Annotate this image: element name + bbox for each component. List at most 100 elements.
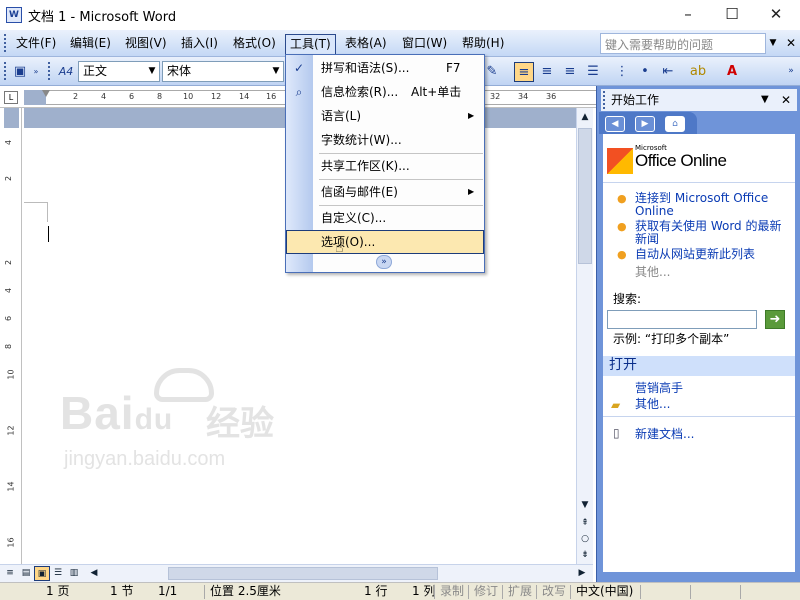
- toolbar-grip[interactable]: [4, 34, 7, 52]
- decrease-indent-icon[interactable]: ⇤: [658, 62, 678, 82]
- ruler-tick: 6: [4, 315, 14, 322]
- menu-item-word-count[interactable]: 字数统计(W)...: [286, 128, 484, 152]
- toolbar-options-icon[interactable]: »: [30, 62, 42, 82]
- print-view-icon[interactable]: ▣: [34, 566, 50, 581]
- menubar-close-icon[interactable]: ✕: [784, 33, 798, 54]
- menu-window[interactable]: 窗口(W): [398, 34, 451, 54]
- new-document-link[interactable]: 新建文档...: [635, 428, 694, 441]
- menu-item-options[interactable]: 选项(O)... ☝: [286, 230, 484, 256]
- status-record[interactable]: 录制: [436, 584, 468, 600]
- scroll-up-icon[interactable]: ▲: [578, 110, 592, 124]
- menu-item-customize[interactable]: 自定义(C)...: [286, 206, 484, 230]
- search-input[interactable]: [607, 310, 757, 329]
- tools-menu: ✓ 拼写和语法(S)... F7 ⌕ 信息检索(R)... Alt+单击 语言(…: [285, 54, 485, 273]
- status-bar: 1 页 1 节 1/1 位置 2.5厘米 1 行 1 列 录制 修订 扩展 改写…: [0, 582, 800, 600]
- menu-item-shared-workspace[interactable]: 共享工作区(K)...: [286, 154, 484, 178]
- status-language[interactable]: 中文(中国): [572, 584, 637, 600]
- styles-pane-icon[interactable]: A4: [56, 62, 76, 82]
- scroll-right-icon[interactable]: ▶: [574, 566, 590, 581]
- status-extend[interactable]: 扩展: [504, 584, 536, 600]
- link-auto-update[interactable]: 自动从网站更新此列表: [635, 248, 793, 261]
- align-center-icon[interactable]: ≡: [537, 62, 557, 82]
- horizontal-scrollbar[interactable]: ≡ ▤ ▣ ☰ ▥ ◀ ▶: [0, 564, 593, 582]
- highlight-icon[interactable]: ab: [688, 62, 708, 82]
- forward-icon[interactable]: ▶: [635, 116, 655, 132]
- menu-insert[interactable]: 插入(I): [177, 34, 222, 54]
- search-go-icon[interactable]: ➜: [765, 310, 785, 329]
- menu-item-language[interactable]: 语言(L) ▶: [286, 104, 484, 128]
- numbering-icon[interactable]: ⋮: [612, 62, 632, 82]
- task-pane: 开始工作 ▼ ✕ ◀ ▶ ⌂ Microsoft Office Online ●…: [596, 86, 800, 582]
- next-page-icon[interactable]: ⇟: [578, 548, 592, 562]
- bullets-icon[interactable]: •: [635, 62, 655, 82]
- minimize-button[interactable]: –: [666, 0, 710, 30]
- font-color-icon[interactable]: A: [722, 62, 742, 82]
- scroll-left-icon[interactable]: ◀: [86, 566, 102, 581]
- task-pane-close-icon[interactable]: ✕: [781, 89, 791, 111]
- indent-marker-icon[interactable]: [42, 90, 50, 105]
- open-more-link[interactable]: 其他...: [635, 398, 670, 411]
- web-view-icon[interactable]: ▤: [18, 566, 34, 581]
- ruler-tick: 8: [157, 92, 163, 101]
- link-latest-news[interactable]: 获取有关使用 Word 的最新新闻: [635, 220, 793, 246]
- pane-grip[interactable]: [603, 91, 606, 109]
- window-title: 文档 1 - Microsoft Word: [28, 10, 177, 25]
- status-track-changes[interactable]: 修订: [470, 584, 502, 600]
- toolbar-options-icon[interactable]: »: [784, 62, 798, 82]
- scroll-thumb[interactable]: [168, 567, 438, 580]
- bullet-icon: ●: [617, 248, 627, 261]
- bullet-icon: ●: [617, 192, 627, 205]
- justify-icon[interactable]: ☰: [583, 62, 603, 82]
- ruler-tick: 32: [490, 92, 501, 101]
- link-more[interactable]: 其他...: [635, 266, 670, 279]
- menu-table[interactable]: 表格(A): [341, 34, 391, 54]
- menu-format[interactable]: 格式(O): [229, 34, 280, 54]
- menu-help[interactable]: 帮助(H): [458, 34, 508, 54]
- expand-menu-icon[interactable]: »: [376, 255, 392, 269]
- link-connect-office-online[interactable]: 连接到 Microsoft Office Online: [635, 192, 793, 218]
- menu-item-research[interactable]: ⌕ 信息检索(R)... Alt+单击: [286, 80, 484, 104]
- task-pane-menu-icon[interactable]: ▼: [761, 89, 769, 111]
- toolbar-grip[interactable]: [48, 62, 51, 80]
- menu-item-letters-mailings[interactable]: 信函与邮件(E) ▶: [286, 180, 484, 204]
- submenu-arrow-icon: ▶: [468, 111, 475, 120]
- normal-view-icon[interactable]: ≡: [2, 566, 18, 581]
- scroll-down-icon[interactable]: ▼: [578, 498, 592, 512]
- chevron-down-icon: ▼: [272, 66, 280, 76]
- menu-file[interactable]: 文件(F): [12, 34, 60, 54]
- menu-item-spelling[interactable]: ✓ 拼写和语法(S)... F7: [286, 56, 484, 80]
- open-section-title: 打开: [603, 356, 795, 376]
- reading-view-icon[interactable]: ▥: [66, 566, 82, 581]
- ruler-tick: 10: [183, 92, 194, 101]
- font-dropdown[interactable]: 宋体 ▼: [162, 61, 284, 82]
- ruler-tick: 2: [4, 259, 14, 266]
- previous-page-icon[interactable]: ⇞: [578, 516, 592, 530]
- menu-view[interactable]: 视图(V): [121, 34, 171, 54]
- save-icon[interactable]: ▣: [10, 62, 30, 82]
- tab-selector-icon[interactable]: L: [4, 91, 18, 104]
- outline-view-icon[interactable]: ☰: [50, 566, 66, 581]
- vertical-scrollbar[interactable]: ▲ ▼ ⇞ ○ ⇟: [576, 108, 593, 564]
- search-example: 示例: “打印多个副本”: [613, 332, 730, 346]
- ruler-tick: 4: [4, 139, 14, 146]
- help-search-input[interactable]: 键入需要帮助的问题: [600, 33, 766, 54]
- maximize-button[interactable]: ☐: [710, 0, 754, 30]
- status-page-of: 1/1: [158, 584, 178, 598]
- vertical-ruler[interactable]: 4 2 2 4 6 8 10 12 14 16: [0, 108, 22, 564]
- close-button[interactable]: ✕: [754, 0, 798, 30]
- toolbar-grip[interactable]: [4, 62, 7, 80]
- help-dropdown-icon[interactable]: ▼: [766, 33, 780, 54]
- align-right-icon[interactable]: ≡: [560, 62, 580, 82]
- status-overtype[interactable]: 改写: [538, 584, 570, 600]
- select-browse-object-icon[interactable]: ○: [578, 532, 592, 546]
- scroll-thumb[interactable]: [578, 128, 592, 264]
- format-painter-icon[interactable]: ✎: [482, 62, 502, 82]
- new-document-icon: ▯: [613, 426, 620, 440]
- word-app-icon[interactable]: W: [6, 7, 22, 23]
- style-dropdown[interactable]: 正文 ▼: [78, 61, 160, 82]
- menu-edit[interactable]: 编辑(E): [66, 34, 115, 54]
- back-icon[interactable]: ◀: [605, 116, 625, 132]
- home-icon[interactable]: ⌂: [665, 116, 685, 132]
- recent-file-link[interactable]: 营销高手: [635, 382, 683, 395]
- align-left-icon[interactable]: ≡: [514, 62, 534, 82]
